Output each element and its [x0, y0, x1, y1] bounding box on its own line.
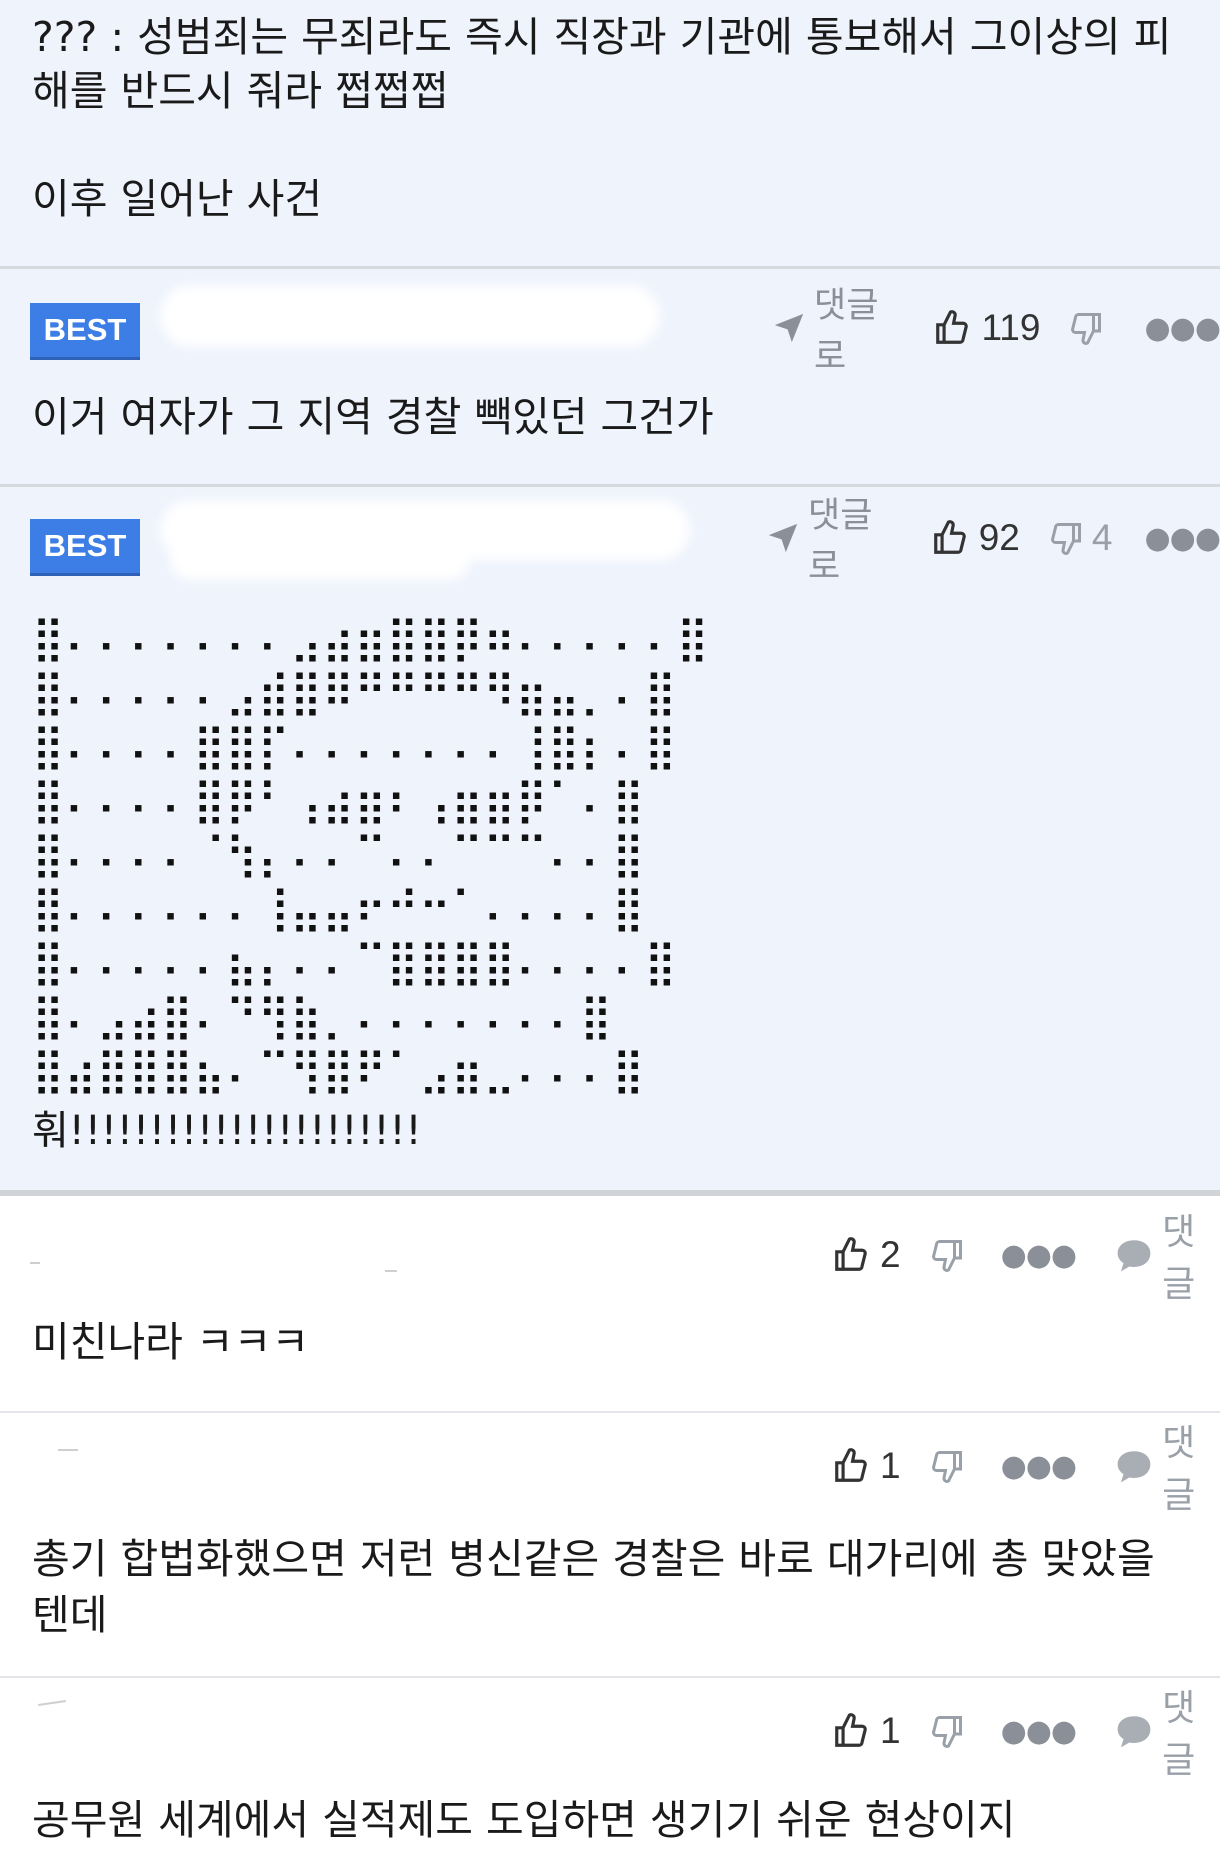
- best-badge: BEST: [30, 303, 140, 357]
- thumbs-down-icon[interactable]: [929, 1448, 965, 1484]
- redacted-username: [30, 1262, 40, 1264]
- more-dots-icon[interactable]: ●●●: [1001, 1449, 1078, 1484]
- like-count: 1: [880, 1445, 901, 1486]
- best-badge: BEST: [30, 519, 140, 573]
- thumbs-down-icon[interactable]: [929, 1713, 965, 1749]
- thumbs-down-icon[interactable]: [929, 1237, 965, 1273]
- send-arrow-icon[interactable]: [772, 311, 806, 345]
- speech-bubble-icon[interactable]: [1114, 1713, 1154, 1749]
- dislike-count: 4: [1091, 517, 1113, 558]
- more-dots-icon[interactable]: ●●●: [1144, 311, 1220, 346]
- comment-actions: 댓글로 92 4 ●●●: [766, 496, 1220, 587]
- like-count: 119: [981, 307, 1041, 348]
- comment-actions: 1 ●●● 댓글: [832, 1423, 1220, 1516]
- redacted-username: [385, 1270, 397, 1272]
- like-count: 92: [978, 517, 1020, 558]
- comment-actions: 2 ●●● 댓글: [832, 1212, 1220, 1305]
- comment: 1 ●●● 댓글 공무원 세계에서 실적제도 도입하면 생기기 쉬운 현상이지: [0, 1678, 1220, 1873]
- redacted-username: [37, 1700, 67, 1706]
- thumbs-up-icon[interactable]: [933, 309, 971, 347]
- best-comment: BEST 댓글로 119 ●●● 이거 여자가 그 지역 경찰 빽있던 그건가: [0, 269, 1220, 484]
- more-dots-icon[interactable]: ●●●: [1001, 1714, 1078, 1749]
- redacted-username: [58, 1449, 78, 1451]
- thumbs-down-icon[interactable]: [1048, 520, 1084, 556]
- post-text: ??? : 성범죄는 무죄라도 즉시 직장과 기관에 통보해서 그이상의 피해를…: [32, 13, 1172, 223]
- comment-actions: 댓글로 119 ●●●: [772, 286, 1220, 377]
- thumbs-up-icon[interactable]: [931, 519, 969, 557]
- thumbs-down-icon[interactable]: [1068, 310, 1104, 346]
- braille-art: ⣿⠄⠄⠄⠄⠄⠄⠄⣠⣴⣶⣿⣿⡿⠶⠄⠄⠄⠄⠄⣿ ⣿⠄⠄⠄⠄⠄⣠⣾⣿⠿⠛⠛⠛⠛⠻⣶⣤⡀…: [32, 613, 709, 1096]
- comment-text: 공무원 세계에서 실적제도 도입하면 생기기 쉬운 현상이지: [32, 1796, 1016, 1844]
- redacted-username: [160, 285, 660, 347]
- comment-text: 이거 여자가 그 지역 경찰 빽있던 그건가: [32, 393, 714, 441]
- comment-text: 총기 합법화했으면 저런 병신같은 경찰은 바로 대가리에 총 맞았을 텐데: [32, 1535, 1168, 1639]
- reply-link[interactable]: 댓글: [1162, 1679, 1220, 1783]
- reply-link[interactable]: 댓글: [1162, 1203, 1220, 1307]
- more-dots-icon[interactable]: ●●●: [1001, 1238, 1078, 1273]
- speech-bubble-icon[interactable]: [1114, 1237, 1154, 1273]
- send-arrow-icon[interactable]: [766, 521, 800, 555]
- comment-actions: 1 ●●● 댓글: [832, 1688, 1220, 1781]
- speech-bubble-icon[interactable]: [1114, 1448, 1154, 1484]
- thumbs-up-icon[interactable]: [832, 1447, 870, 1485]
- like-count: 1: [880, 1710, 901, 1751]
- redacted-username: [170, 540, 470, 580]
- reply-link[interactable]: 댓글로: [808, 487, 901, 589]
- comment-text: 훠!!!!!!!!!!!!!!!!!!!!!!: [32, 1108, 422, 1154]
- reply-link[interactable]: 댓글로: [814, 277, 903, 379]
- comment: 2 ●●● 댓글 미친나라 ㅋㅋㅋ: [0, 1196, 1220, 1411]
- comment: 1 ●●● 댓글 총기 합법화했으면 저런 병신같은 경찰은 바로 대가리에 총…: [0, 1413, 1220, 1676]
- thumbs-up-icon[interactable]: [832, 1712, 870, 1750]
- more-dots-icon[interactable]: ●●●: [1144, 521, 1220, 556]
- thumbs-up-icon[interactable]: [832, 1236, 870, 1274]
- like-count: 2: [880, 1234, 901, 1275]
- comment-text: 미친나라 ㅋㅋㅋ: [32, 1318, 310, 1366]
- reply-link[interactable]: 댓글: [1162, 1414, 1220, 1518]
- post-body: ??? : 성범죄는 무죄라도 즉시 직장과 기관에 통보해서 그이상의 피해를…: [0, 0, 1220, 266]
